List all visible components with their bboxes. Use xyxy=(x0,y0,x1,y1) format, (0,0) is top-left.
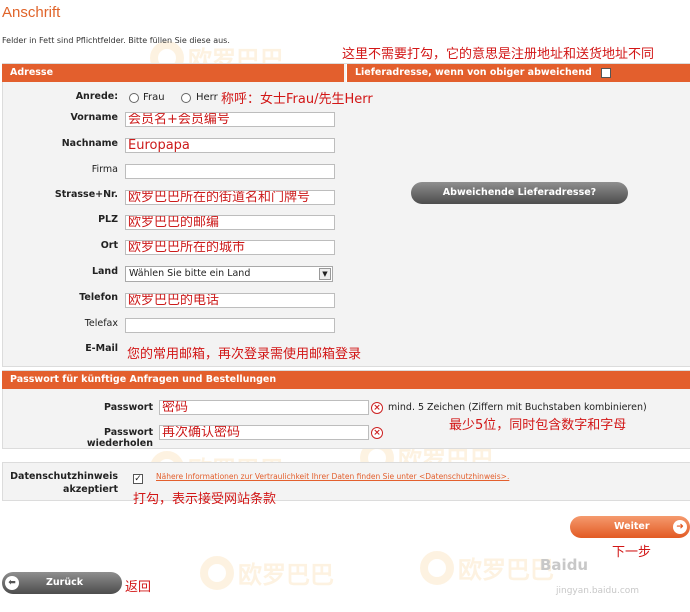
firma-label: Firma xyxy=(91,164,118,175)
error-x-icon: × xyxy=(371,427,383,439)
radio-herr-label: Herr xyxy=(196,92,218,103)
radio-herr[interactable] xyxy=(181,93,191,103)
email-input[interactable]: 您的常用邮箱，再次登录需使用邮箱登录 xyxy=(127,343,361,362)
watermark-logo: 欧罗巴巴 xyxy=(200,555,334,590)
annotation-back: 返回 xyxy=(125,580,152,595)
nachname-label: Nachname xyxy=(61,138,118,149)
strasse-label: Strasse+Nr. xyxy=(54,189,118,200)
error-x-icon: × xyxy=(371,402,383,414)
required-fields-hint: Felder in Fett sind Pflichtfelder. Bitte… xyxy=(2,36,230,45)
telefax-label: Telefax xyxy=(84,318,118,329)
different-delivery-address-button[interactable]: Abweichende Lieferadresse? xyxy=(411,182,628,204)
arrow-right-icon: ➜ xyxy=(673,520,687,534)
privacy-label-line2: akzeptiert xyxy=(63,484,118,495)
plz-input[interactable]: 欧罗巴巴的邮编 xyxy=(125,215,335,230)
land-label: Land xyxy=(91,266,118,277)
chevron-down-icon[interactable]: ▼ xyxy=(319,268,331,280)
different-delivery-checkbox[interactable] xyxy=(601,67,612,78)
password-repeat-label: Passwort wiederholen xyxy=(86,427,153,449)
delivery-panel xyxy=(346,63,690,367)
baidu-watermark: Baidu xyxy=(540,556,589,574)
weiter-button[interactable]: Weiter ➜ xyxy=(570,516,690,538)
radio-frau-label: Frau xyxy=(143,92,165,103)
section-title-address: Adresse xyxy=(10,67,54,78)
vorname-label: Vorname xyxy=(70,112,118,123)
watermark-logo: 欧罗巴巴 xyxy=(420,550,554,585)
plz-label: PLZ xyxy=(98,214,118,225)
page-title: Anschrift xyxy=(2,4,61,21)
land-select[interactable]: Wählen Sie bitte ein Land ▼ xyxy=(125,266,333,282)
annotation-password-rule: 最少5位，同时包含数字和字母 xyxy=(449,418,627,433)
annotation-next: 下一步 xyxy=(612,545,652,560)
password-rule: mind. 5 Zeichen (Ziffern mit Buchstaben … xyxy=(388,402,647,413)
arrow-left-icon: ⬅ xyxy=(5,576,19,590)
privacy-label: Datenschutzhinweis akzeptiert xyxy=(6,470,118,496)
section-header-delivery: Lieferadresse, wenn von obiger abweichen… xyxy=(346,64,690,82)
nachname-input[interactable]: Europapa xyxy=(125,138,335,153)
weiter-label: Weiter xyxy=(614,521,650,532)
firma-input[interactable] xyxy=(125,164,335,179)
annotation-checkbox: 打勾，表示接受网站条款 xyxy=(133,492,277,507)
land-select-value: Wählen Sie bitte ein Land xyxy=(129,268,251,279)
section-title-password: Passwort für künftige Anfragen und Beste… xyxy=(10,374,277,385)
privacy-label-line1: Datenschutzhinweis xyxy=(10,471,118,482)
telefon-label: Telefon xyxy=(79,292,118,303)
ort-input[interactable]: 欧罗巴巴所在的城市 xyxy=(125,240,335,255)
zurueck-button[interactable]: ⬅ Zurück xyxy=(2,572,122,594)
password-label: Passwort xyxy=(104,402,153,413)
vorname-input[interactable]: 会员名+会员编号 xyxy=(125,112,335,127)
password-input[interactable]: 密码 xyxy=(159,400,369,415)
ort-label: Ort xyxy=(100,240,118,251)
annotation-no-check: 这里不需要打勾，它的意思是注册地址和送货地址不同 xyxy=(342,47,655,62)
section-title-delivery: Lieferadresse, wenn von obiger abweichen… xyxy=(355,67,592,78)
radio-frau[interactable] xyxy=(129,93,139,103)
privacy-checkbox[interactable]: ✓ xyxy=(133,474,143,484)
section-header-address: Adresse xyxy=(2,64,344,82)
section-header-password: Passwort für künftige Anfragen und Beste… xyxy=(2,371,690,389)
email-label: E-Mail xyxy=(85,343,118,354)
privacy-link[interactable]: Nähere Informationen zur Vertraulichkeit… xyxy=(156,472,509,481)
telefon-input[interactable]: 欧罗巴巴的电话 xyxy=(125,293,335,308)
baidu-watermark-url: jingyan.baidu.com xyxy=(556,586,640,596)
telefax-input[interactable] xyxy=(125,318,335,333)
password-repeat-input[interactable]: 再次确认密码 xyxy=(159,425,369,440)
strasse-input[interactable]: 欧罗巴巴所在的街道名和门牌号 xyxy=(125,190,335,205)
salutation-label: Anrede: xyxy=(75,91,118,102)
annotation-salutation: 称呼：女士Frau/先生Herr xyxy=(221,92,373,107)
zurueck-label: Zurück xyxy=(46,577,84,588)
